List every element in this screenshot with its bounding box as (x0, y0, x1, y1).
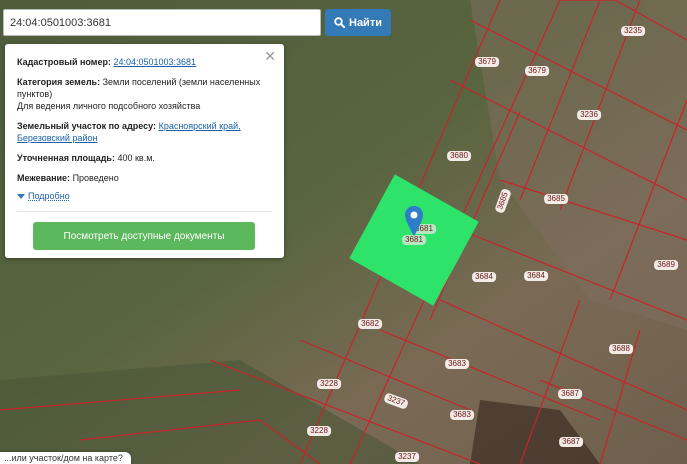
area-value: 400 кв.м. (117, 153, 155, 163)
usage-value: Для ведения личного подсобного хозяйства (17, 101, 201, 111)
parcel-label: 3683 (450, 410, 474, 420)
parcel-label: 3687 (559, 437, 583, 447)
address-label: Земельный участок по адресу: (17, 121, 157, 131)
parcel-info-panel: ✕ Кадастровый номер: 24:04:0501003:3681 … (5, 44, 284, 258)
search-icon (334, 17, 345, 28)
survey-value: Проведено (72, 173, 119, 183)
parcel-label: 3682 (358, 319, 382, 329)
parcel-label: 3684 (472, 272, 496, 282)
parcel-label-selected: 3681 (402, 235, 426, 245)
parcel-label: 3228 (317, 379, 341, 389)
cadastral-link[interactable]: 24:04:0501003:3681 (113, 57, 196, 67)
view-documents-button[interactable]: Посмотреть доступные документы (33, 222, 255, 250)
divider (17, 211, 272, 212)
more-details-link[interactable]: Подробно (17, 190, 272, 202)
location-pin-icon[interactable] (405, 206, 423, 236)
category-label: Категория земель: (17, 77, 101, 87)
parcel-label: 3237 (395, 452, 419, 462)
area-label: Уточненная площадь: (17, 153, 115, 163)
parcel-label: 3235 (621, 26, 645, 36)
parcel-label: 3679 (475, 57, 499, 67)
search-button-label: Найти (349, 16, 382, 29)
category-row: Категория земель: Земли поселений (земли… (17, 76, 272, 112)
parcel-label: 3228 (307, 426, 331, 436)
caret-down-icon (17, 193, 25, 199)
bottom-hint[interactable]: ...или участок/дом на карте? (0, 452, 131, 464)
survey-row: Межевание: Проведено (17, 172, 272, 184)
parcel-label: 3688 (609, 344, 633, 354)
parcel-label: 3680 (447, 151, 471, 161)
parcel-label: 3236 (577, 110, 601, 120)
search-input[interactable] (3, 9, 321, 36)
area-row: Уточненная площадь: 400 кв.м. (17, 152, 272, 164)
parcel-label: 3685 (544, 194, 568, 204)
cadastral-row: Кадастровый номер: 24:04:0501003:3681 (17, 56, 272, 68)
close-icon[interactable]: ✕ (264, 49, 276, 63)
search-button[interactable]: Найти (325, 9, 391, 36)
parcel-label: 3684 (524, 271, 548, 281)
parcel-label: 3687 (558, 389, 582, 399)
parcel-label: 3679 (525, 66, 549, 76)
more-details-label: Подробно (28, 191, 70, 201)
parcel-label: 3689 (654, 260, 678, 270)
cadastral-label: Кадастровый номер: (17, 57, 111, 67)
survey-label: Межевание: (17, 173, 71, 183)
parcel-label: 3683 (445, 359, 469, 369)
address-row: Земельный участок по адресу: Красноярски… (17, 120, 272, 144)
